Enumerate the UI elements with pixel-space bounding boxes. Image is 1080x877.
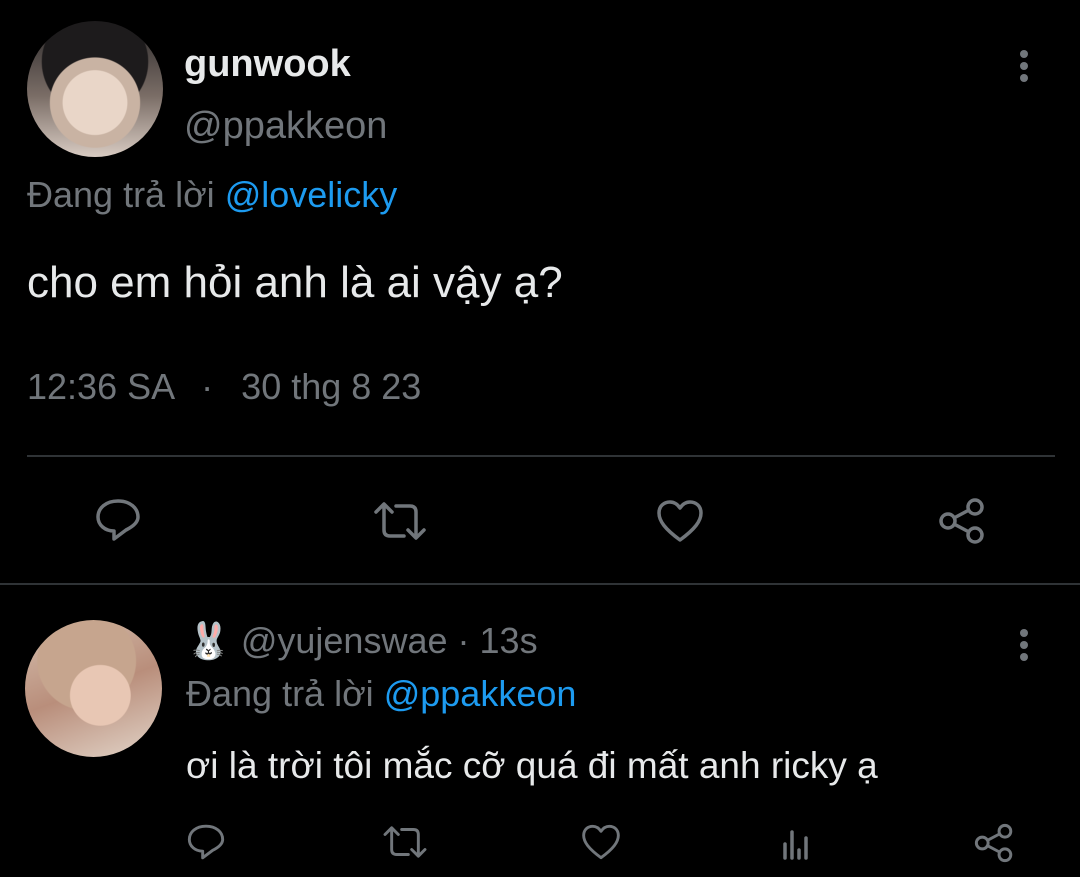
- reply-text: ơi là trời tôi mắc cỡ quá đi mất anh ric…: [186, 745, 878, 786]
- share-icon[interactable]: [973, 822, 1015, 864]
- reply-separator: ·: [457, 620, 470, 661]
- reply-replying-prefix: Đang trả lời: [186, 673, 374, 714]
- reply-icon[interactable]: [94, 497, 142, 543]
- share-icon[interactable]: [937, 496, 987, 546]
- replying-prefix: Đang trả lời: [27, 174, 215, 215]
- retweet-icon[interactable]: [370, 500, 430, 542]
- reply-header: 🐰 @yujenswae · 13s: [186, 620, 538, 662]
- section-divider: [0, 583, 1080, 585]
- tweet-time: 12:36 SA: [27, 366, 174, 407]
- reply-icon[interactable]: [186, 822, 226, 862]
- avatar-yujenswae[interactable]: [25, 620, 162, 757]
- tweet-meta: 12:36 SA · 30 thg 8 23: [27, 366, 421, 408]
- heart-icon[interactable]: [655, 498, 705, 544]
- divider: [27, 455, 1055, 457]
- reply-replying-to-line: Đang trả lời @ppakkeon: [186, 673, 576, 715]
- reply-replying-to-link[interactable]: @ppakkeon: [384, 673, 577, 714]
- meta-separator: ·: [201, 366, 214, 407]
- reply-age[interactable]: 13s: [480, 620, 538, 661]
- replying-to-link[interactable]: @lovelicky: [225, 174, 398, 215]
- views-icon[interactable]: [779, 824, 815, 860]
- avatar-gunwook[interactable]: [27, 21, 163, 157]
- tweet-date: 30 thg 8 23: [241, 366, 422, 407]
- tweet-text: cho em hỏi anh là ai vậy ạ?: [27, 258, 563, 307]
- more-vertical-icon[interactable]: [1010, 627, 1038, 663]
- heart-icon[interactable]: [580, 823, 622, 861]
- rabbit-emoji: 🐰: [186, 620, 231, 661]
- user-handle[interactable]: @ppakkeon: [184, 105, 387, 148]
- display-name[interactable]: gunwook: [184, 43, 351, 86]
- reply-handle[interactable]: @yujenswae: [241, 620, 448, 661]
- retweet-icon[interactable]: [380, 824, 430, 860]
- replying-to-line: Đang trả lời @lovelicky: [27, 174, 397, 216]
- more-vertical-icon[interactable]: [1010, 48, 1038, 84]
